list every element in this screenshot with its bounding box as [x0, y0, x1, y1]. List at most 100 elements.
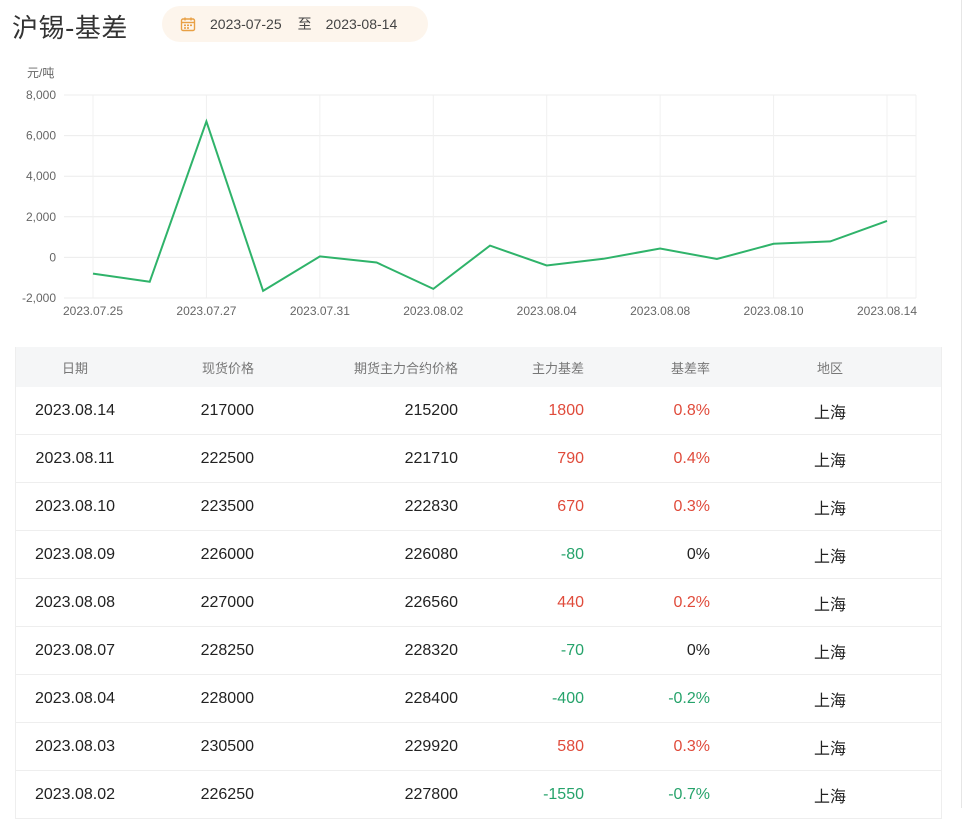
cell-basis: -400 [476, 675, 584, 722]
table-row: 2023.08.14217000 215200 1800 0.8% 上海 [16, 387, 941, 435]
cell-futures: 222830 [266, 483, 458, 530]
cell-region: 上海 [756, 627, 904, 674]
chart-series-line [93, 121, 887, 291]
cell-date: 2023.08.11 [16, 435, 134, 482]
cell-date: 2023.08.02 [16, 771, 134, 818]
cell-rate: 0.3% [596, 723, 710, 770]
cell-rate: -0.7% [596, 771, 710, 818]
chart-y-tick-label: -2,000 [22, 291, 56, 305]
cell-spot: 226000 [136, 531, 254, 578]
cell-spot: 230500 [136, 723, 254, 770]
cell-region: 上海 [756, 387, 904, 434]
cell-region: 上海 [756, 435, 904, 482]
chart-svg: 8,0006,0004,0002,0000-2,000 2023.07.2520… [0, 60, 960, 330]
cell-futures: 215200 [266, 387, 458, 434]
cell-futures: 226080 [266, 531, 458, 578]
table-row: 2023.08.08227000 226560 440 0.2% 上海 [16, 579, 941, 627]
chart-x-ticks: 2023.07.252023.07.272023.07.312023.08.02… [63, 304, 917, 318]
header-basis: 主力基差 [476, 347, 584, 387]
cell-date: 2023.08.07 [16, 627, 134, 674]
cell-basis: 440 [476, 579, 584, 626]
table-row: 2023.08.09226000 226080 -80 0% 上海 [16, 531, 941, 579]
cell-basis: -70 [476, 627, 584, 674]
cell-spot: 228000 [136, 675, 254, 722]
chart-y-tick-label: 6,000 [26, 129, 56, 143]
cell-rate: 0.2% [596, 579, 710, 626]
cell-basis: -1550 [476, 771, 584, 818]
chart-y-tick-label: 0 [49, 250, 56, 264]
chart-x-tick-label: 2023.07.25 [63, 304, 123, 318]
chart-x-tick-label: 2023.08.04 [517, 304, 577, 318]
cell-date: 2023.08.04 [16, 675, 134, 722]
chart-y-ticks: 8,0006,0004,0002,0000-2,000 [22, 88, 56, 305]
table-row: 2023.08.02226250 227800 -1550 -0.7% 上海 [16, 771, 941, 819]
chart-y-tick-label: 2,000 [26, 210, 56, 224]
header-rate: 基差率 [596, 347, 710, 387]
table-row: 2023.08.10223500 222830 670 0.3% 上海 [16, 483, 941, 531]
date-start[interactable]: 2023-07-25 [210, 16, 282, 32]
chart-x-tick-label: 2023.07.31 [290, 304, 350, 318]
cell-spot: 217000 [136, 387, 254, 434]
table-row: 2023.08.03230500 229920 580 0.3% 上海 [16, 723, 941, 771]
cell-region: 上海 [756, 579, 904, 626]
chart-y-grid [64, 95, 916, 298]
cell-futures: 226560 [266, 579, 458, 626]
chart-y-axis-label: 元/吨 [27, 66, 54, 80]
cell-date: 2023.08.09 [16, 531, 134, 578]
chart-x-tick-label: 2023.07.27 [176, 304, 236, 318]
cell-date: 2023.08.03 [16, 723, 134, 770]
chart-x-tick-label: 2023.08.08 [630, 304, 690, 318]
chart-x-tick-label: 2023.08.10 [744, 304, 804, 318]
date-separator: 至 [298, 14, 312, 34]
cell-date: 2023.08.10 [16, 483, 134, 530]
cell-date: 2023.08.08 [16, 579, 134, 626]
cell-spot: 223500 [136, 483, 254, 530]
chart-points [93, 121, 887, 291]
page-right-border [961, 0, 962, 808]
cell-date: 2023.08.14 [16, 387, 134, 434]
cell-futures: 229920 [266, 723, 458, 770]
chart-y-tick-label: 4,000 [26, 169, 56, 183]
cell-rate: -0.2% [596, 675, 710, 722]
calendar-icon [180, 16, 196, 32]
cell-region: 上海 [756, 723, 904, 770]
cell-rate: 0.3% [596, 483, 710, 530]
cell-spot: 228250 [136, 627, 254, 674]
page-title: 沪锡-基差 [12, 8, 128, 45]
cell-region: 上海 [756, 675, 904, 722]
table-header: 日期 现货价格 期货主力合约价格 主力基差 基差率 地区 [16, 347, 941, 387]
header: 沪锡-基差 2023-07-25 至 2023-08-14 [12, 6, 952, 46]
header-region: 地区 [756, 347, 904, 387]
chart-x-tick-label: 2023.08.14 [857, 304, 917, 318]
cell-basis: -80 [476, 531, 584, 578]
cell-rate: 0.4% [596, 435, 710, 482]
cell-futures: 228400 [266, 675, 458, 722]
cell-spot: 226250 [136, 771, 254, 818]
table-row: 2023.08.11222500 221710 790 0.4% 上海 [16, 435, 941, 483]
date-end[interactable]: 2023-08-14 [326, 16, 398, 32]
basis-line-chart: 8,0006,0004,0002,0000-2,000 2023.07.2520… [0, 60, 960, 330]
cell-spot: 227000 [136, 579, 254, 626]
chart-x-grid [93, 95, 916, 298]
cell-spot: 222500 [136, 435, 254, 482]
cell-region: 上海 [756, 531, 904, 578]
cell-rate: 0.8% [596, 387, 710, 434]
cell-basis: 1800 [476, 387, 584, 434]
cell-rate: 0% [596, 627, 710, 674]
cell-futures: 221710 [266, 435, 458, 482]
table-row: 2023.08.07228250 228320 -70 0% 上海 [16, 627, 941, 675]
cell-basis: 670 [476, 483, 584, 530]
cell-region: 上海 [756, 771, 904, 818]
cell-region: 上海 [756, 483, 904, 530]
header-date: 日期 [16, 347, 134, 387]
header-futures: 期货主力合约价格 [266, 347, 458, 387]
cell-basis: 790 [476, 435, 584, 482]
cell-futures: 227800 [266, 771, 458, 818]
header-spot: 现货价格 [136, 347, 254, 387]
cell-basis: 580 [476, 723, 584, 770]
date-range-picker[interactable]: 2023-07-25 至 2023-08-14 [162, 6, 428, 42]
cell-rate: 0% [596, 531, 710, 578]
table-body: 2023.08.1421700021520018000.8%上海2023.08.… [16, 387, 941, 819]
cell-futures: 228320 [266, 627, 458, 674]
basis-table: 日期 现货价格 期货主力合约价格 主力基差 基差率 地区 2023.08.142… [15, 347, 942, 819]
